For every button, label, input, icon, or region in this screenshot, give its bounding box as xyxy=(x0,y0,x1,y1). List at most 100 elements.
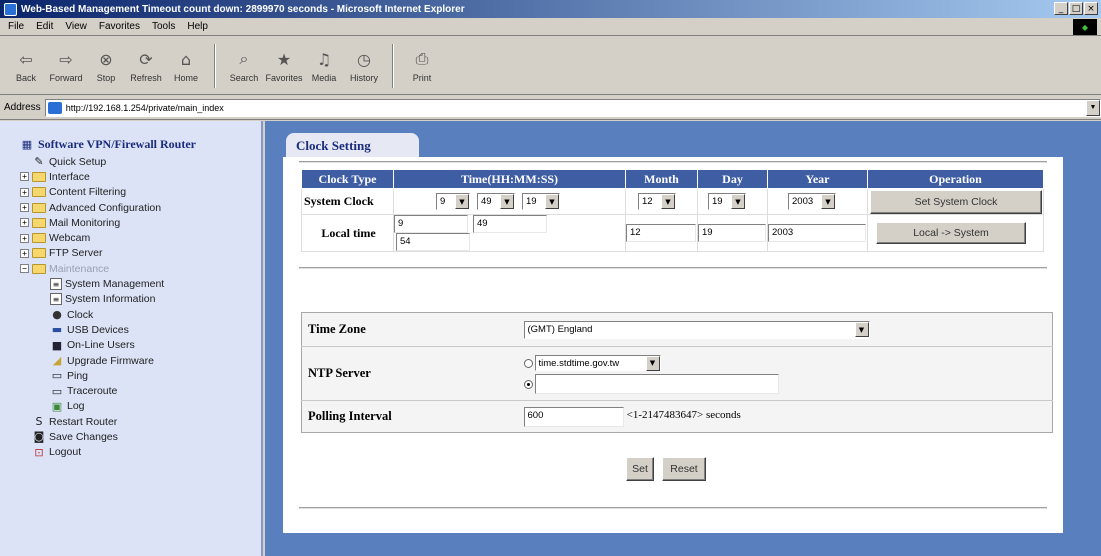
header-time: Time(HH:MM:SS) xyxy=(393,169,626,189)
stop-icon: ⊗ xyxy=(99,49,113,69)
expand-icon[interactable]: + xyxy=(20,233,29,243)
local-day-field[interactable]: 19 xyxy=(698,224,766,242)
expand-icon[interactable]: + xyxy=(20,203,29,213)
close-button[interactable]: × xyxy=(1084,2,1098,15)
header-year: Year xyxy=(767,169,868,189)
ntp-preset-radio[interactable] xyxy=(523,358,533,368)
history-button[interactable]: ◷ History xyxy=(344,41,384,91)
system-clock-row: System Clock 9 ▼ 49 ▼ 19 ▼ 12 ▼ 19 ▼ 2003 ▼ Se… xyxy=(301,188,1044,215)
history-icon: ◷ xyxy=(357,49,371,69)
log-icon: ▣ xyxy=(51,399,63,413)
timezone-select[interactable]: (GMT) England ▼ xyxy=(523,320,870,339)
expand-icon[interactable]: + xyxy=(20,248,29,258)
expand-icon[interactable]: + xyxy=(20,187,29,197)
collapse-icon[interactable]: − xyxy=(20,264,29,274)
ntp-custom-field[interactable] xyxy=(534,374,779,394)
folder-icon xyxy=(32,233,46,244)
main-content: Clock Setting Clock Type Time(HH:MM:SS) … xyxy=(265,121,1101,556)
address-dropdown-icon[interactable]: ▼ xyxy=(1086,99,1100,116)
minimize-button[interactable]: _ xyxy=(1054,2,1068,15)
expand-icon[interactable]: + xyxy=(20,172,29,182)
page-icon: ≡ xyxy=(50,278,62,291)
nav-clock[interactable]: ● Clock xyxy=(20,307,261,322)
ntp-custom-radio[interactable] xyxy=(523,379,533,389)
set-system-clock-button[interactable]: Set System Clock xyxy=(870,189,1042,214)
expand-icon[interactable]: + xyxy=(20,218,29,228)
system-month-select[interactable]: 12 ▼ xyxy=(638,193,676,210)
maximize-button[interactable]: □ xyxy=(1069,2,1083,15)
local-hour-field[interactable]: 9 xyxy=(394,215,468,233)
clock-icon: ● xyxy=(52,308,62,322)
header-operation: Operation xyxy=(867,169,1044,189)
menu-file[interactable]: File xyxy=(8,21,24,32)
nav-content-filtering[interactable]: + Content Filtering xyxy=(20,185,261,200)
media-button[interactable]: ♫ Media xyxy=(304,41,344,91)
upgrade-icon: ◢ xyxy=(52,354,62,367)
favorites-button[interactable]: ★ Favorites xyxy=(264,41,304,91)
divider xyxy=(299,267,1047,269)
tab-clock-setting[interactable]: Clock Setting xyxy=(286,133,419,159)
nav-usb-devices[interactable]: ▬ USB Devices xyxy=(20,322,261,337)
refresh-button[interactable]: ⟳ Refresh xyxy=(126,41,166,91)
nav-traceroute[interactable]: ▭ Traceroute xyxy=(20,383,261,398)
nav-quick-setup[interactable]: ✎ Quick Setup xyxy=(20,154,261,169)
local-minute-field[interactable]: 49 xyxy=(473,215,547,233)
nav-save-changes[interactable]: ◙ Save Changes xyxy=(20,429,261,444)
nav-upgrade-firmware[interactable]: ◢ Upgrade Firmware xyxy=(20,353,261,368)
system-second-select[interactable]: 19 ▼ xyxy=(522,193,560,210)
nav-advanced-configuration[interactable]: + Advanced Configuration xyxy=(20,200,261,215)
system-year-select[interactable]: 2003 ▼ xyxy=(788,193,836,210)
search-button[interactable]: ⌕ Search xyxy=(224,41,264,91)
nav-maintenance[interactable]: − Maintenance xyxy=(20,261,261,276)
usb-icon: ▬ xyxy=(51,323,63,337)
forward-button[interactable]: ⇨ Forward xyxy=(46,41,86,91)
address-label: Address xyxy=(4,102,41,113)
nav-mail-monitoring[interactable]: + Mail Monitoring xyxy=(20,215,261,230)
reset-button[interactable]: Reset xyxy=(662,457,706,481)
home-button[interactable]: ⌂ Home xyxy=(166,41,206,91)
set-button[interactable]: Set xyxy=(626,457,654,481)
dropdown-arrow-icon: ▼ xyxy=(645,355,660,371)
ntp-server-select[interactable]: time.stdtime.gov.tw ▼ xyxy=(534,355,661,371)
header-clock-type: Clock Type xyxy=(301,169,394,189)
local-year-field[interactable]: 2003 xyxy=(768,224,866,242)
address-url: http://192.168.1.254/private/main_index xyxy=(65,102,224,113)
window-title: Web-Based Management Timeout count down:… xyxy=(21,3,465,15)
nav-restart-router[interactable]: S Restart Router xyxy=(20,414,261,429)
polling-interval-field[interactable]: 600 xyxy=(523,406,624,427)
save-icon: ◙ xyxy=(33,430,45,444)
menu-view[interactable]: View xyxy=(65,21,87,32)
system-day-select[interactable]: 19 ▼ xyxy=(708,193,746,210)
menu-tools[interactable]: Tools xyxy=(152,21,175,32)
nav-webcam[interactable]: + Webcam xyxy=(20,230,261,245)
menu-favorites[interactable]: Favorites xyxy=(99,21,140,32)
local-to-system-button[interactable]: Local -> System xyxy=(876,222,1026,244)
nav-log[interactable]: ▣ Log xyxy=(20,399,261,414)
nav-ftp-server[interactable]: + FTP Server xyxy=(20,246,261,261)
back-button[interactable]: ⇦ Back xyxy=(6,41,46,91)
nav-logout[interactable]: ⊡ Logout xyxy=(20,445,261,460)
system-hour-select[interactable]: 9 ▼ xyxy=(436,193,470,210)
polling-label: Polling Interval xyxy=(301,400,524,433)
nav-root[interactable]: ▦ Software VPN/Firewall Router xyxy=(20,137,261,152)
stop-button[interactable]: ⊗ Stop xyxy=(86,41,126,91)
nav-interface[interactable]: + Interface xyxy=(20,169,261,184)
toolbar-separator xyxy=(214,43,216,88)
local-second-field[interactable]: 54 xyxy=(396,233,470,251)
nav-system-information[interactable]: ≡ System Information xyxy=(20,292,261,307)
dropdown-arrow-icon: ▼ xyxy=(500,194,514,209)
favorites-icon: ★ xyxy=(276,49,292,69)
system-minute-select[interactable]: 49 ▼ xyxy=(477,193,515,210)
back-arrow-icon: ⇦ xyxy=(19,49,33,69)
refresh-icon: ⟳ xyxy=(139,49,153,69)
nav-ping[interactable]: ▭ Ping xyxy=(20,368,261,383)
address-input[interactable]: http://192.168.1.254/private/main_index … xyxy=(44,98,1101,117)
print-button[interactable]: ⎙ Print xyxy=(402,41,442,91)
nav-online-users[interactable]: ■ On-Line Users xyxy=(20,338,261,353)
nav-system-management[interactable]: ≡ System Management xyxy=(20,276,261,291)
local-month-field[interactable]: 12 xyxy=(626,224,696,242)
menu-edit[interactable]: Edit xyxy=(36,21,53,32)
menu-help[interactable]: Help xyxy=(187,21,208,32)
toolbar-separator xyxy=(392,43,394,88)
users-icon: ■ xyxy=(51,338,63,352)
